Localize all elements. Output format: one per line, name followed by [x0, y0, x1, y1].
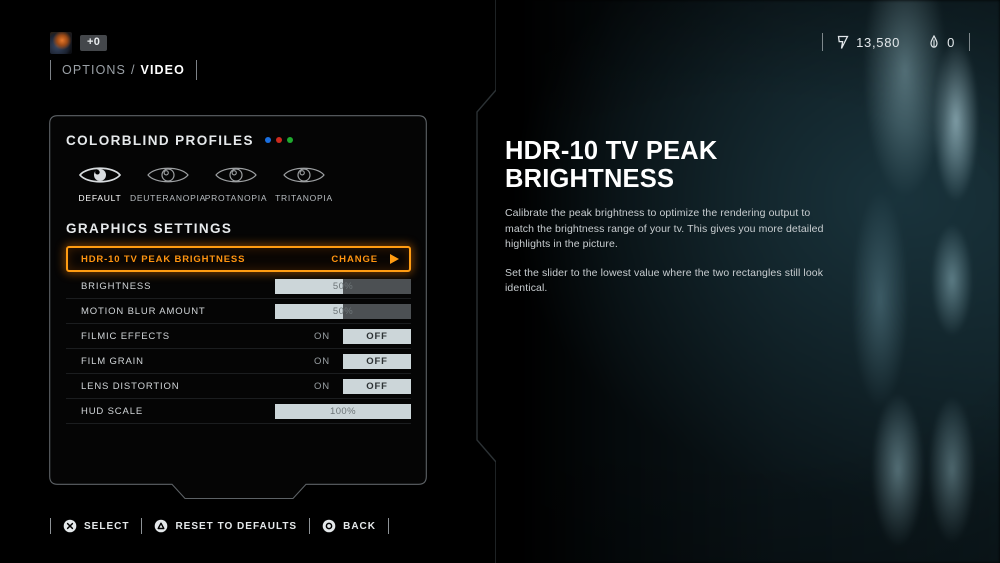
- row-label: LENS DISTORTION: [81, 380, 180, 392]
- row-label: MOTION BLUR AMOUNT: [81, 305, 206, 317]
- row-label: BRIGHTNESS: [81, 280, 152, 292]
- colorblind-dot-blue: [264, 137, 271, 143]
- eye-icon-filled: [78, 167, 122, 183]
- row-toggle-option-off-selected[interactable]: OFF: [343, 328, 411, 344]
- eye-icon: [147, 167, 189, 183]
- row-control: ON OFF: [314, 353, 411, 369]
- footer-prompt-back[interactable]: BACK: [310, 519, 388, 533]
- graphics-settings-rows: HDR-10 TV PEAK BRIGHTNESS CHANGE BRIGHTN…: [66, 246, 411, 424]
- colorblind-dots: [264, 137, 293, 143]
- row-slider-value: 100%: [330, 405, 356, 417]
- settings-panel: COLORBLIND PROFILES DEFAULT DEUTERANOPIA: [49, 115, 427, 500]
- row-label: FILMIC EFFECTS: [81, 330, 170, 342]
- settings-row-hdr-10-tv-peak-brightness[interactable]: HDR-10 TV PEAK BRIGHTNESS CHANGE: [66, 246, 411, 272]
- row-label: FILM GRAIN: [81, 355, 144, 367]
- row-control: 50%: [275, 303, 411, 319]
- row-slider[interactable]: 100%: [275, 403, 411, 419]
- colorblind-header: COLORBLIND PROFILES: [66, 131, 411, 149]
- settings-row-hud-scale[interactable]: HUD SCALE 100%: [66, 399, 411, 424]
- row-slider[interactable]: 50%: [275, 278, 411, 294]
- hud-counters: 13,580 0: [822, 32, 970, 52]
- breadcrumb-rule-right: [195, 60, 197, 80]
- character-portrait-icon: [50, 32, 72, 54]
- game-options-screen: +0 OPTIONS / VIDEO 13,580 0 COLORBLIND P…: [0, 0, 1000, 563]
- colorblind-profile-tritanopia[interactable]: TRITANOPIA: [270, 162, 338, 203]
- row-control: 100%: [275, 403, 411, 419]
- colorblind-profile-label: TRITANOPIA: [275, 193, 333, 203]
- hud-resource-value: 0: [947, 34, 955, 50]
- cross-button-icon: [63, 519, 77, 533]
- hud-rule-left: [822, 33, 824, 51]
- triangle-right-icon[interactable]: [390, 254, 399, 264]
- row-toggle-option-on[interactable]: ON: [314, 331, 343, 342]
- bolt-icon: [837, 35, 849, 49]
- footer-prompt-reset-to-defaults[interactable]: RESET TO DEFAULTS: [142, 519, 309, 533]
- colorblind-profile-default[interactable]: DEFAULT: [66, 162, 134, 203]
- triangle-button-icon: [155, 519, 168, 533]
- detail-paragraph-1: Calibrate the peak brightness to optimiz…: [505, 207, 824, 251]
- detail-body: Calibrate the peak brightness to optimiz…: [505, 206, 835, 297]
- row-label: HDR-10 TV PEAK BRIGHTNESS: [81, 253, 246, 265]
- hud-resource: 0: [914, 34, 969, 50]
- eye-icon: [283, 167, 325, 183]
- detail-paragraph-2: Set the slider to the lowest value where…: [505, 266, 824, 295]
- colorblind-profile-protanopia[interactable]: PROTANOPIA: [202, 162, 270, 203]
- colorblind-profiles: DEFAULT DEUTERANOPIA PROTANOPIA TRITANOP…: [66, 162, 411, 203]
- colorblind-profile-label: DEUTERANOPIA: [129, 193, 207, 203]
- row-slider[interactable]: 50%: [275, 303, 411, 319]
- hud-currency-value: 13,580: [856, 34, 901, 50]
- settings-row-filmic-effects[interactable]: FILMIC EFFECTS ON OFF: [66, 324, 411, 349]
- row-toggle-option-on[interactable]: ON: [314, 356, 343, 367]
- hud-rule-right: [969, 33, 970, 51]
- row-slider-value: 50%: [332, 305, 354, 317]
- row-control: 50%: [275, 278, 411, 294]
- footer-prompts: SELECT RESET TO DEFAULTS BACK: [50, 517, 389, 535]
- colorblind-profile-label: DEFAULT: [78, 193, 122, 203]
- eye-icon: [146, 162, 190, 188]
- row-toggle-option-off-selected[interactable]: OFF: [343, 353, 411, 369]
- settings-row-motion-blur-amount[interactable]: MOTION BLUR AMOUNT 50%: [66, 299, 411, 324]
- row-control: ON OFF: [314, 378, 411, 394]
- colorblind-dot-red: [275, 137, 282, 143]
- breadcrumb-text: OPTIONS / VIDEO: [51, 60, 196, 80]
- row-toggle[interactable]: ON OFF: [314, 378, 411, 394]
- eye-icon-filled: [78, 162, 122, 188]
- colorblind-dot-green: [286, 137, 293, 143]
- breadcrumb-parent[interactable]: OPTIONS: [62, 63, 126, 77]
- eye-icon: [214, 162, 258, 188]
- footer-prompt-select[interactable]: SELECT: [51, 519, 141, 533]
- settings-row-film-grain[interactable]: FILM GRAIN ON OFF: [66, 349, 411, 374]
- footer-prompt-label: RESET TO DEFAULTS: [175, 520, 298, 532]
- row-toggle-option-on[interactable]: ON: [314, 381, 343, 392]
- breadcrumb-current: VIDEO: [140, 63, 185, 77]
- breadcrumb-separator: /: [130, 63, 136, 77]
- graphics-settings-title: GRAPHICS SETTINGS: [66, 221, 233, 236]
- player-strip: +0: [50, 32, 108, 54]
- row-toggle-option-off-selected[interactable]: OFF: [343, 378, 411, 394]
- settings-row-lens-distortion[interactable]: LENS DISTORTION ON OFF: [66, 374, 411, 399]
- hud-currency: 13,580: [823, 35, 914, 50]
- breadcrumb: OPTIONS / VIDEO: [50, 60, 197, 80]
- colorblind-profile-deuteranopia[interactable]: DEUTERANOPIA: [130, 162, 205, 203]
- eye-icon: [282, 162, 326, 188]
- row-toggle[interactable]: ON OFF: [314, 353, 411, 369]
- colorblind-profile-label: PROTANOPIA: [204, 193, 268, 203]
- level-badge: +0: [80, 35, 108, 51]
- settings-row-brightness[interactable]: BRIGHTNESS 50%: [66, 274, 411, 299]
- row-toggle[interactable]: ON OFF: [314, 328, 411, 344]
- colorblind-title: COLORBLIND PROFILES: [66, 132, 254, 148]
- detail-title: HDR-10 TV PEAK BRIGHTNESS: [505, 137, 718, 194]
- detail-panel: HDR-10 TV PEAK BRIGHTNESS Calibrate the …: [505, 137, 835, 297]
- row-slider-value: 50%: [332, 280, 354, 292]
- footer-prompt-label: SELECT: [84, 520, 130, 532]
- row-action-label[interactable]: CHANGE: [331, 254, 378, 265]
- row-control: ON OFF: [314, 328, 411, 344]
- row-control: CHANGE: [331, 254, 409, 265]
- footer-prompt-label: BACK: [343, 520, 376, 532]
- row-label: HUD SCALE: [81, 405, 144, 417]
- capsule-icon: [930, 34, 938, 48]
- footer-rule: [387, 518, 389, 534]
- eye-icon: [215, 167, 257, 183]
- circle-button-icon: [322, 519, 336, 533]
